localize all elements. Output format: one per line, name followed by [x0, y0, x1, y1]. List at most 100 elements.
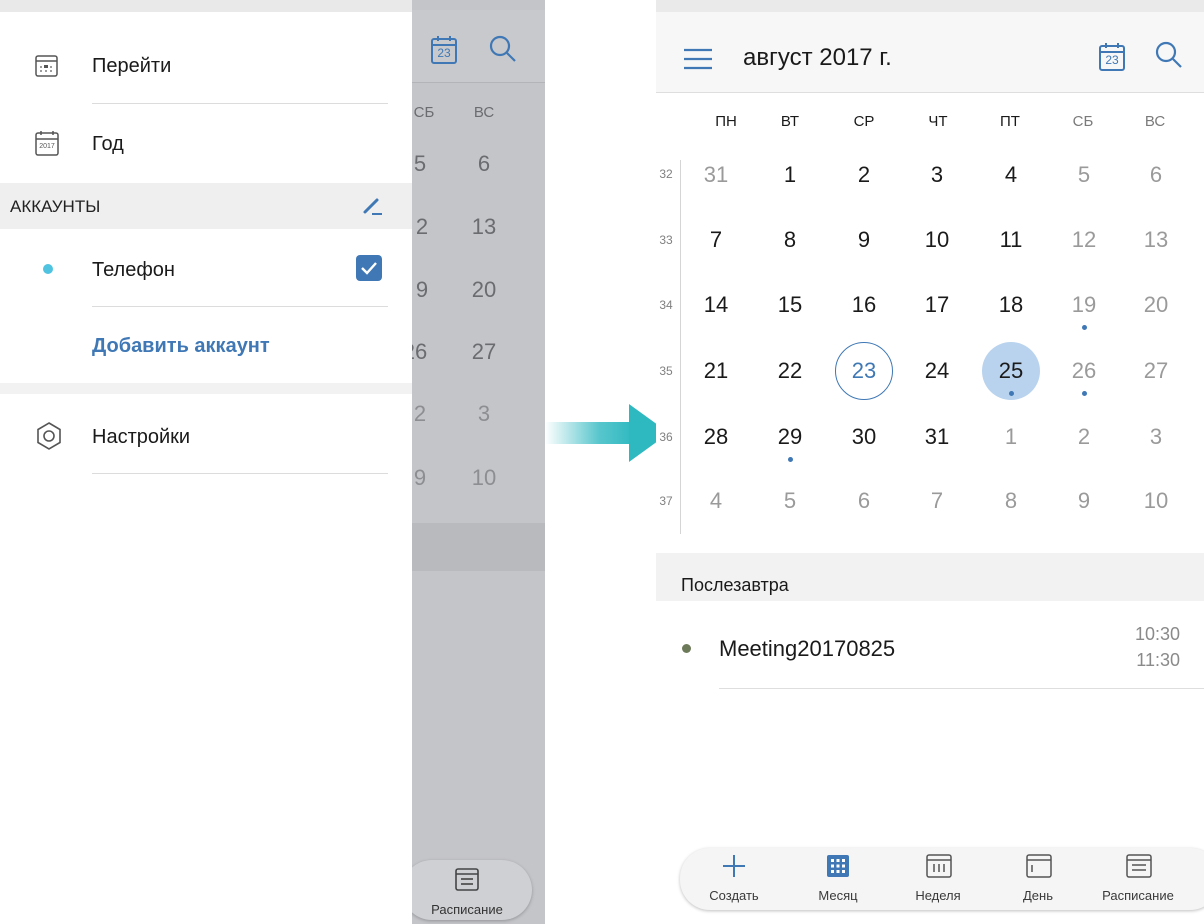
search-icon[interactable]	[1154, 40, 1184, 75]
event-indicator-dot	[1082, 325, 1087, 330]
agenda-section-title: Послезавтра	[681, 575, 789, 595]
calendar-day[interactable]: 3	[1126, 407, 1186, 467]
calendar-day[interactable]: 30	[834, 407, 894, 467]
calendar-day[interactable]: 5	[760, 471, 820, 531]
calendar-day[interactable]: 27	[1126, 341, 1186, 401]
calendar-day[interactable]: 8	[981, 471, 1041, 531]
bg-day: 20	[471, 277, 497, 302]
bottom-tab-label: Расписание	[431, 902, 503, 917]
weekday-fri: ПТ	[1000, 113, 1020, 130]
bg-day: 3	[477, 401, 491, 426]
event-indicator-dot	[1009, 391, 1014, 396]
background-band	[412, 523, 545, 571]
calendar-day[interactable]: 4	[981, 145, 1041, 205]
month-header: август 2017 г. 23	[656, 12, 1204, 93]
calendar-day[interactable]: 1	[981, 407, 1041, 467]
calendar-day[interactable]: 9	[834, 210, 894, 270]
event-indicator-dot	[1082, 391, 1087, 396]
event-indicator-dot	[788, 457, 793, 462]
calendar-day[interactable]: 18	[981, 275, 1041, 335]
calendar-today-icon: 23	[430, 35, 458, 70]
weekday-mon: ПН	[715, 113, 737, 130]
divider	[92, 473, 388, 474]
week-tab-label: Неделя	[915, 888, 961, 903]
calendar-day[interactable]: 11	[981, 210, 1041, 270]
year-label: Год	[92, 133, 124, 155]
status-edge	[656, 0, 1204, 12]
goto-row[interactable]: Перейти	[0, 36, 412, 96]
day-tab-label: День	[1023, 888, 1053, 903]
calendar-day[interactable]: 12	[1054, 210, 1114, 270]
calendar-day[interactable]: 15	[760, 275, 820, 335]
schedule-icon	[1126, 854, 1152, 878]
create-label: Создать	[709, 888, 759, 903]
calendar-day[interactable]: 17	[907, 275, 967, 335]
gear-icon	[34, 421, 64, 456]
calendar-day[interactable]: 10	[1126, 471, 1186, 531]
search-icon[interactable]	[488, 34, 518, 69]
event-color-dot	[682, 644, 691, 653]
week-number: 36	[659, 430, 673, 444]
divider	[92, 103, 388, 104]
tab-week[interactable]: Неделя	[890, 848, 986, 910]
bg-day: 10	[471, 465, 497, 490]
calendar-today-icon[interactable]: 23	[1098, 42, 1126, 77]
settings-row[interactable]: Настройки	[0, 406, 412, 466]
week-number: 32	[659, 167, 673, 181]
day-header-sun: ВС	[473, 104, 495, 121]
calendar-day[interactable]: 6	[834, 471, 894, 531]
tab-schedule[interactable]: Расписание	[1090, 848, 1186, 910]
accounts-section-header: АККАУНТЫ	[0, 183, 412, 229]
calendar-day[interactable]: 2	[1054, 407, 1114, 467]
calendar-day[interactable]: 4	[686, 471, 746, 531]
account-row-phone[interactable]: Телефон	[0, 240, 412, 300]
bottom-tab-schedule[interactable]: Расписание	[402, 860, 532, 920]
calendar-day[interactable]: 5	[1054, 145, 1114, 205]
weekday-sun: ВС	[1144, 113, 1166, 130]
calendar-day[interactable]: 13	[1126, 210, 1186, 270]
calendar-day[interactable]: 31	[686, 145, 746, 205]
left-screen: 23 СБ ВС 5 6 2 13 9 20 26 27 2 3 9 10 Ра…	[0, 0, 545, 924]
edit-pencil-icon[interactable]	[362, 195, 384, 222]
add-account-label: Добавить аккаунт	[92, 335, 270, 357]
phone-account-checkbox[interactable]	[356, 255, 382, 281]
calendar-day[interactable]: 31	[907, 407, 967, 467]
background-calendar: 23 СБ ВС 5 6 2 13 9 20 26 27 2 3 9 10 Ра…	[402, 0, 545, 924]
calendar-day[interactable]: 24	[907, 341, 967, 401]
drawer-top-edge	[0, 0, 412, 12]
calendar-day[interactable]: 14	[686, 275, 746, 335]
calendar-day[interactable]: 28	[686, 407, 746, 467]
weekday-sat: СБ	[1072, 113, 1094, 130]
month-tab-label: Месяц	[818, 888, 858, 903]
year-row[interactable]: 2017 Год	[0, 114, 412, 174]
calendar-day[interactable]: 7	[907, 471, 967, 531]
calendar-day[interactable]: 16	[834, 275, 894, 335]
calendar-day[interactable]: 20	[1126, 275, 1186, 335]
calendar-day-today[interactable]: 23	[835, 342, 893, 400]
add-account-button[interactable]: Добавить аккаунт	[0, 318, 412, 374]
calendar-day[interactable]: 3	[907, 145, 967, 205]
week-number: 34	[659, 298, 673, 312]
menu-hamburger-icon[interactable]	[684, 48, 712, 75]
plus-icon	[723, 855, 745, 877]
calendar-day[interactable]: 10	[907, 210, 967, 270]
calendar-day[interactable]: 22	[760, 341, 820, 401]
calendar-day[interactable]: 8	[760, 210, 820, 270]
tab-month[interactable]: Месяц	[790, 848, 886, 910]
event-start-time: 10:30	[1134, 624, 1180, 644]
calendar-day[interactable]: 2	[834, 145, 894, 205]
accounts-header-label: АККАУНТЫ	[10, 197, 101, 216]
calendar-day[interactable]: 1	[760, 145, 820, 205]
schedule-icon	[454, 866, 480, 897]
tab-day[interactable]: День	[990, 848, 1086, 910]
calendar-day[interactable]: 6	[1126, 145, 1186, 205]
event-list-item[interactable]: Meeting20170825 10:30 11:30	[656, 602, 1204, 690]
calendar-day[interactable]: 21	[686, 341, 746, 401]
check-icon	[361, 262, 377, 275]
bg-day: 27	[471, 339, 497, 364]
calendar-day[interactable]: 9	[1054, 471, 1114, 531]
calendar-day[interactable]: 7	[686, 210, 746, 270]
month-title[interactable]: август 2017 г.	[743, 44, 892, 72]
week-number: 33	[659, 233, 673, 247]
create-button[interactable]: Создать	[686, 848, 782, 910]
